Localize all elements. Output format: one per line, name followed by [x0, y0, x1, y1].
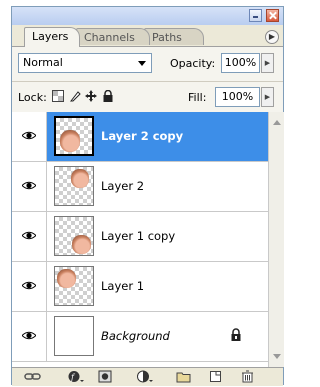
blend-mode-value: Normal	[23, 56, 63, 69]
layer-name: Background	[101, 329, 170, 343]
layer-style-icon[interactable]: f	[67, 370, 85, 383]
opacity-slider-button[interactable]: ▶	[261, 53, 274, 73]
layer-row[interactable]: Layer 1 copy	[12, 212, 268, 262]
link-layers-icon[interactable]	[24, 370, 42, 383]
scrollbar[interactable]	[268, 112, 284, 367]
scroll-down-icon[interactable]	[273, 354, 281, 359]
close-icon[interactable]	[266, 9, 279, 22]
layer-name: Layer 1	[101, 279, 145, 293]
delete-layer-icon[interactable]	[241, 370, 254, 383]
panel-tabs: Paths Channels Layers ▶	[12, 25, 283, 47]
layer-row[interactable]: Layer 2	[12, 162, 268, 212]
minimize-icon[interactable]	[249, 9, 262, 22]
visibility-toggle[interactable]	[12, 112, 47, 161]
panel-footer: f	[12, 367, 283, 386]
layer-mask-icon[interactable]	[98, 370, 112, 383]
lock-image-icon[interactable]	[69, 90, 81, 102]
layer-thumbnail	[54, 166, 94, 206]
chevron-down-icon	[138, 61, 146, 66]
tab-layers[interactable]: Layers	[24, 27, 80, 47]
tab-paths[interactable]: Paths	[144, 28, 204, 45]
visibility-toggle[interactable]	[12, 212, 47, 261]
layer-name: Layer 2 copy	[101, 129, 184, 143]
fill-input[interactable]: 100%	[215, 87, 260, 107]
eye-icon	[22, 231, 36, 240]
layer-row[interactable]: Background	[12, 312, 268, 362]
layer-thumbnail	[54, 266, 94, 306]
fill-label: Fill:	[188, 91, 207, 104]
new-group-icon[interactable]	[176, 370, 191, 383]
layer-name: Layer 2	[101, 179, 145, 193]
eye-icon	[22, 281, 36, 290]
visibility-toggle[interactable]	[12, 162, 47, 211]
blend-mode-dropdown[interactable]: Normal	[18, 53, 152, 73]
opacity-input[interactable]: 100%	[221, 53, 260, 73]
fill-slider-button[interactable]: ▶	[261, 87, 274, 107]
new-layer-icon[interactable]	[209, 370, 222, 383]
layer-thumbnail	[54, 216, 94, 256]
panel-titlebar	[12, 7, 283, 25]
eye-icon	[22, 131, 36, 140]
lock-all-icon[interactable]	[102, 90, 114, 102]
scroll-up-icon[interactable]	[273, 120, 281, 125]
layer-row[interactable]: Layer 2 copy	[12, 112, 268, 162]
blend-row: Normal Opacity: 100% ▶	[12, 47, 283, 81]
layers-panel: Paths Channels Layers ▶ Normal Opacity: …	[11, 6, 284, 386]
lock-row: Lock: Fill: 100% ▶	[12, 81, 283, 113]
layer-list: Layer 2 copy Layer 2 Layer 1 copy Layer …	[12, 112, 268, 367]
tab-channels[interactable]: Channels	[76, 28, 150, 45]
eye-icon	[22, 331, 36, 340]
layer-thumbnail	[54, 116, 94, 156]
adjustment-layer-icon[interactable]	[136, 370, 154, 383]
layer-thumbnail	[54, 316, 94, 356]
panel-menu-icon[interactable]: ▶	[265, 30, 279, 44]
layer-name: Layer 1 copy	[101, 229, 176, 243]
lock-label: Lock:	[18, 91, 47, 104]
lock-position-icon[interactable]	[85, 90, 97, 102]
lock-transparent-icon[interactable]	[52, 90, 64, 102]
eye-icon	[22, 181, 36, 190]
visibility-toggle[interactable]	[12, 262, 47, 311]
opacity-label: Opacity:	[170, 57, 216, 70]
lock-icon	[231, 328, 241, 341]
layer-row[interactable]: Layer 1	[12, 262, 268, 312]
visibility-toggle[interactable]	[12, 312, 47, 361]
